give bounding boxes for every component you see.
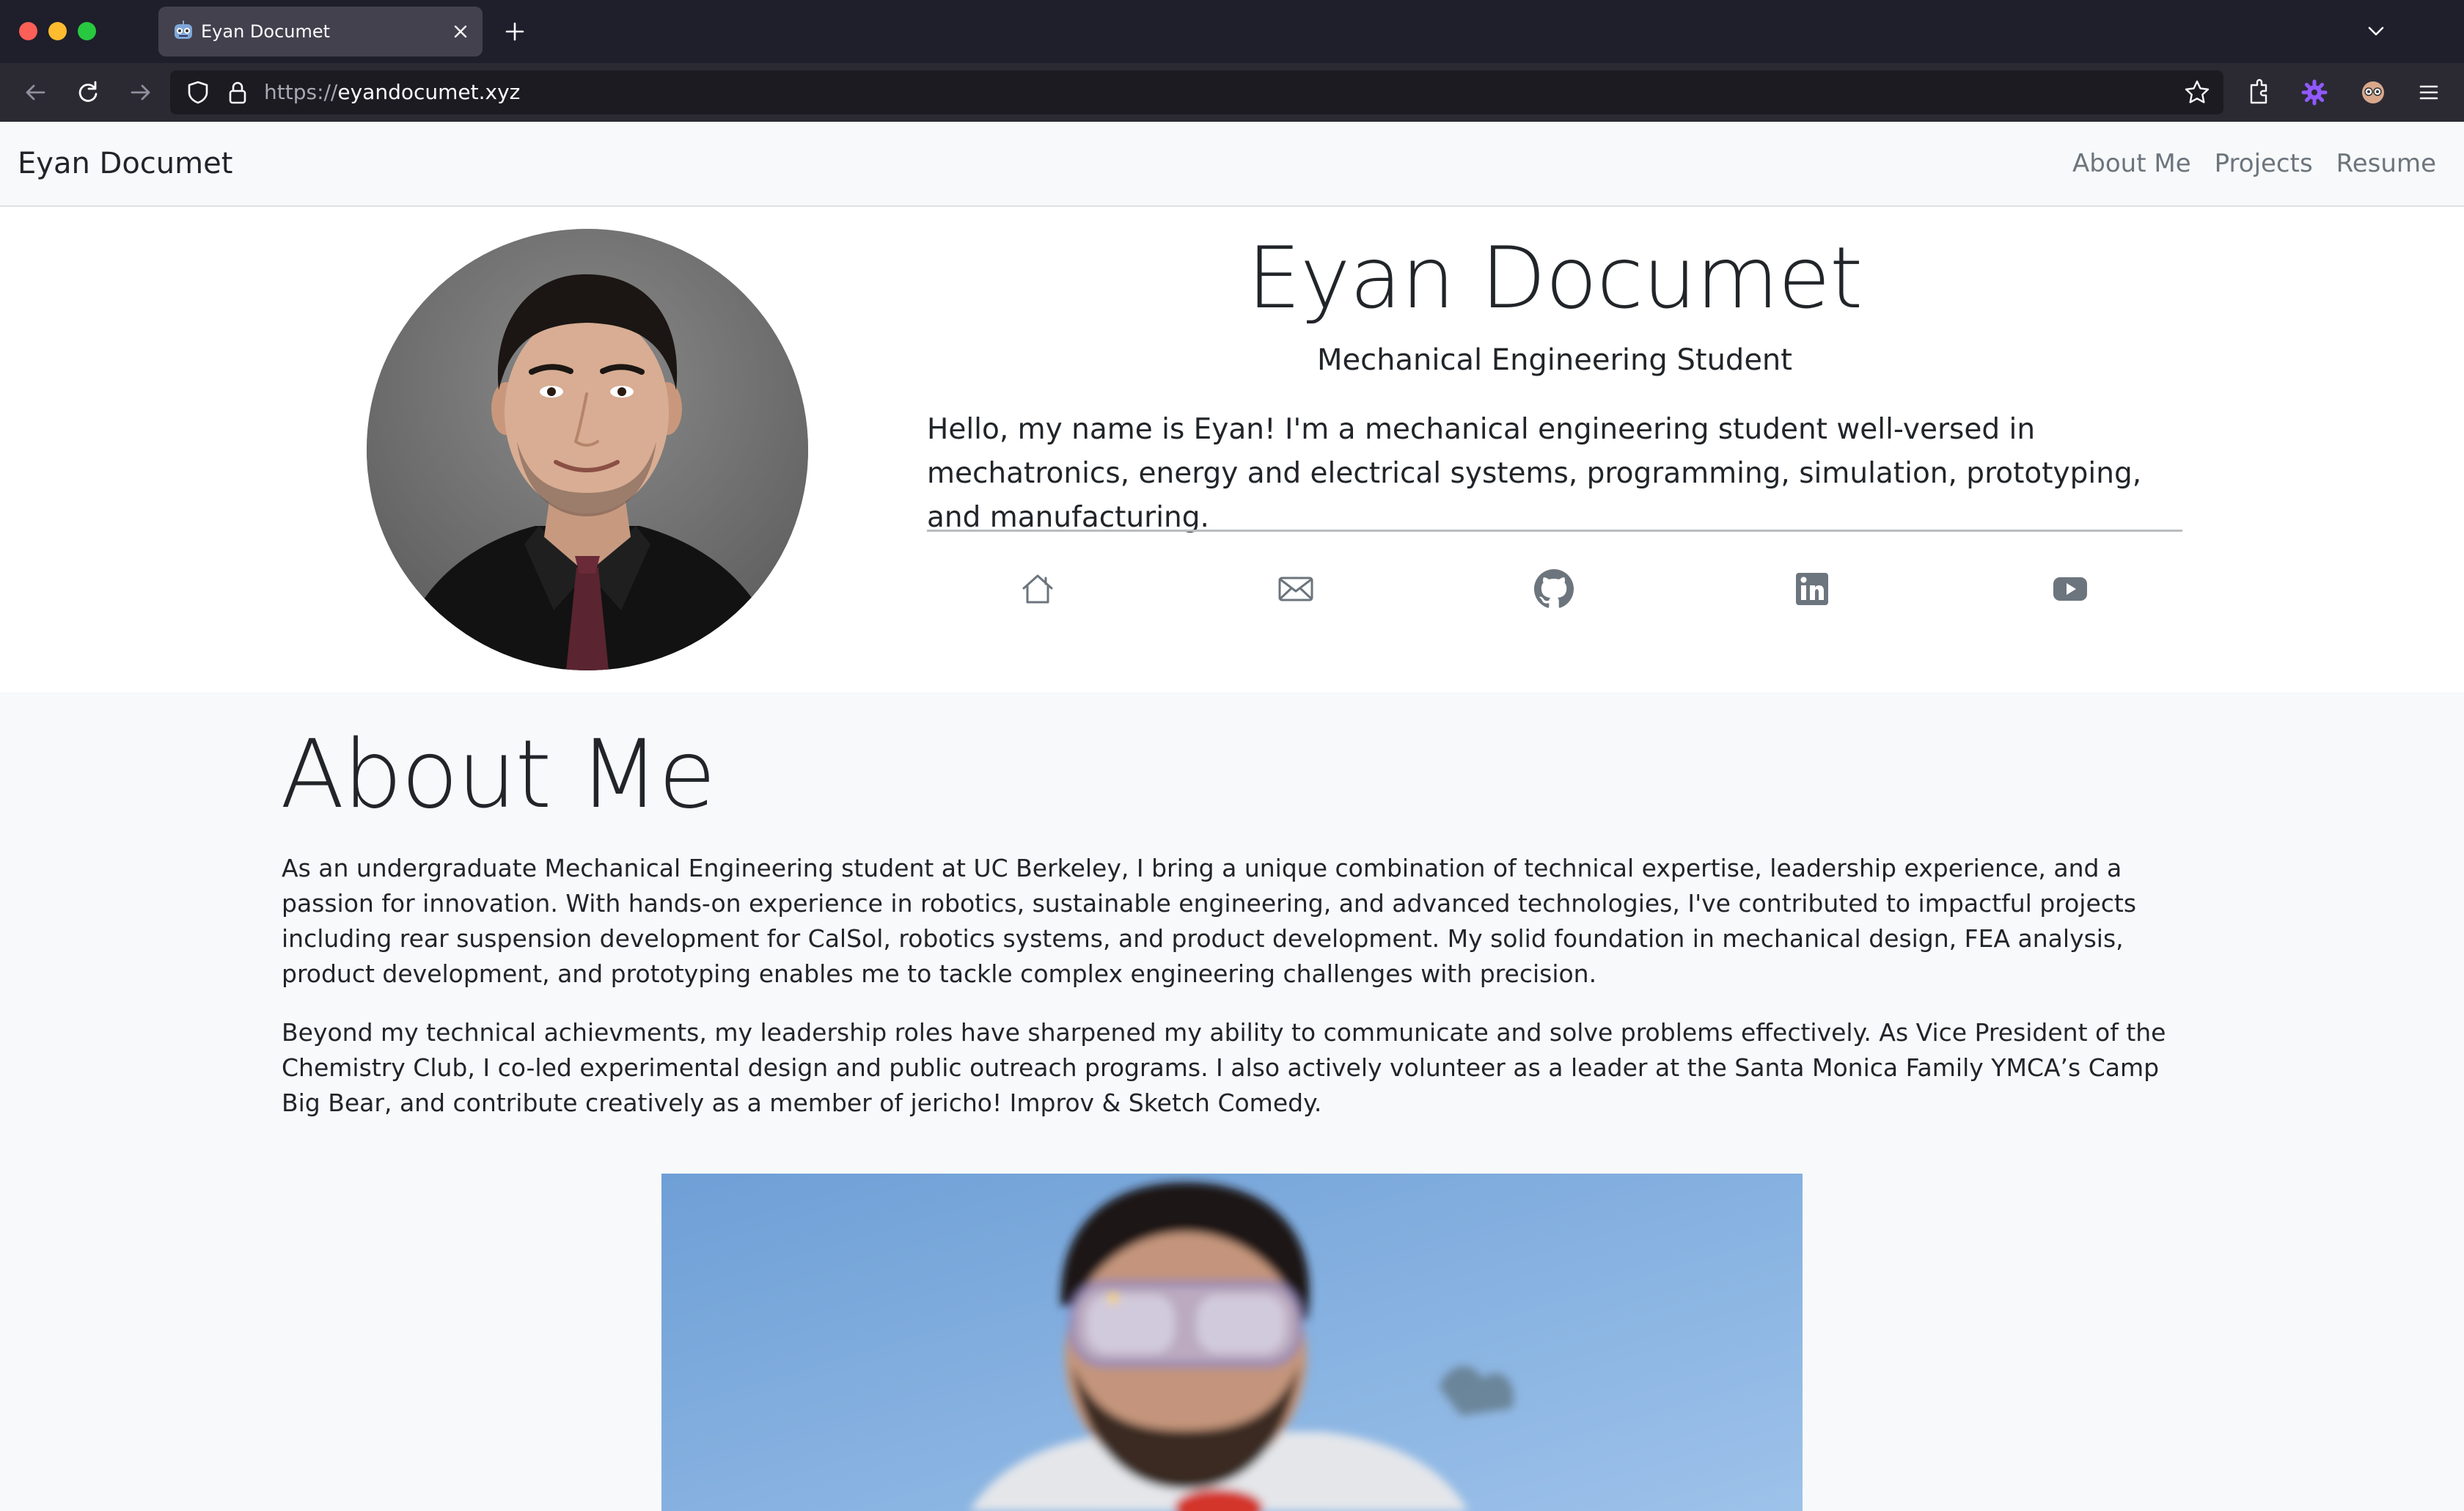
address-bar[interactable]: https://eyandocumet.xyz (170, 70, 2223, 114)
home-link[interactable] (1012, 563, 1063, 615)
about-paragraph-2: Beyond my technical achievments, my lead… (282, 1018, 2166, 1117)
star-icon[interactable] (2182, 78, 2212, 107)
site-brand-link[interactable]: Eyan Documet (18, 122, 232, 205)
reload-icon[interactable] (73, 78, 103, 107)
lock-icon[interactable] (223, 78, 252, 107)
about-title: About Me (280, 720, 716, 830)
social-links (927, 563, 2182, 615)
linkedin-icon (1796, 573, 1828, 605)
about-section: About Me As an undergraduate Mechanical … (0, 692, 2464, 1511)
youtube-icon (2053, 577, 2087, 601)
hero-section: Eyan Documet Mechanical Engineering Stud… (0, 207, 2464, 692)
close-icon[interactable] (450, 21, 471, 42)
hero-divider (927, 530, 2182, 532)
menu-icon[interactable] (2414, 78, 2443, 107)
extensions-icon[interactable] (2244, 78, 2273, 107)
gear-icon[interactable] (2300, 78, 2329, 107)
youtube-link[interactable] (2045, 563, 2096, 615)
about-photo (661, 1174, 1803, 1511)
new-tab-icon[interactable] (502, 18, 528, 45)
browser-tab[interactable]: Eyan Documet (158, 7, 483, 56)
nav-link-about-me[interactable]: About Me (2072, 122, 2191, 205)
linkedin-link[interactable] (1786, 563, 1838, 615)
site-navbar: Eyan Documet About Me Projects Resume (0, 122, 2464, 207)
github-icon (1534, 569, 1574, 608)
mail-icon (1278, 577, 1313, 601)
shield-icon[interactable] (183, 78, 213, 107)
browser-tab-strip: Eyan Documet (0, 0, 2464, 63)
close-window-button[interactable] (19, 22, 37, 40)
browser-toolbar: https://eyandocumet.xyz (0, 63, 2464, 122)
home-icon (1022, 574, 1053, 604)
maximize-window-button[interactable] (78, 22, 96, 40)
robot-favicon-icon (175, 21, 192, 39)
account-icon[interactable] (2358, 78, 2388, 107)
url-host: eyandocumet.xyz (337, 80, 521, 104)
minimize-window-button[interactable] (48, 22, 67, 40)
url-scheme: https:// (264, 80, 338, 104)
nav-link-resume[interactable]: Resume (2336, 122, 2436, 205)
hero-subtitle: Mechanical Engineering Student (1317, 343, 1792, 377)
github-link[interactable] (1528, 563, 1580, 615)
nav-link-projects[interactable]: Projects (2215, 122, 2313, 205)
chevron-down-icon[interactable] (2363, 18, 2389, 45)
profile-photo (367, 229, 808, 670)
back-icon[interactable] (21, 78, 50, 107)
hero-intro: Hello, my name is Eyan! I'm a mechanical… (927, 413, 2142, 534)
site-nav-links: About Me Projects Resume (2072, 122, 2436, 205)
hero-name: Eyan Documet (1247, 229, 1863, 328)
email-link[interactable] (1270, 563, 1321, 615)
forward-icon[interactable] (126, 78, 155, 107)
about-paragraph-1: As an undergraduate Mechanical Engineeri… (282, 854, 2137, 988)
url-text[interactable]: https://eyandocumet.xyz (264, 70, 520, 114)
tab-title: Eyan Documet (201, 21, 331, 42)
